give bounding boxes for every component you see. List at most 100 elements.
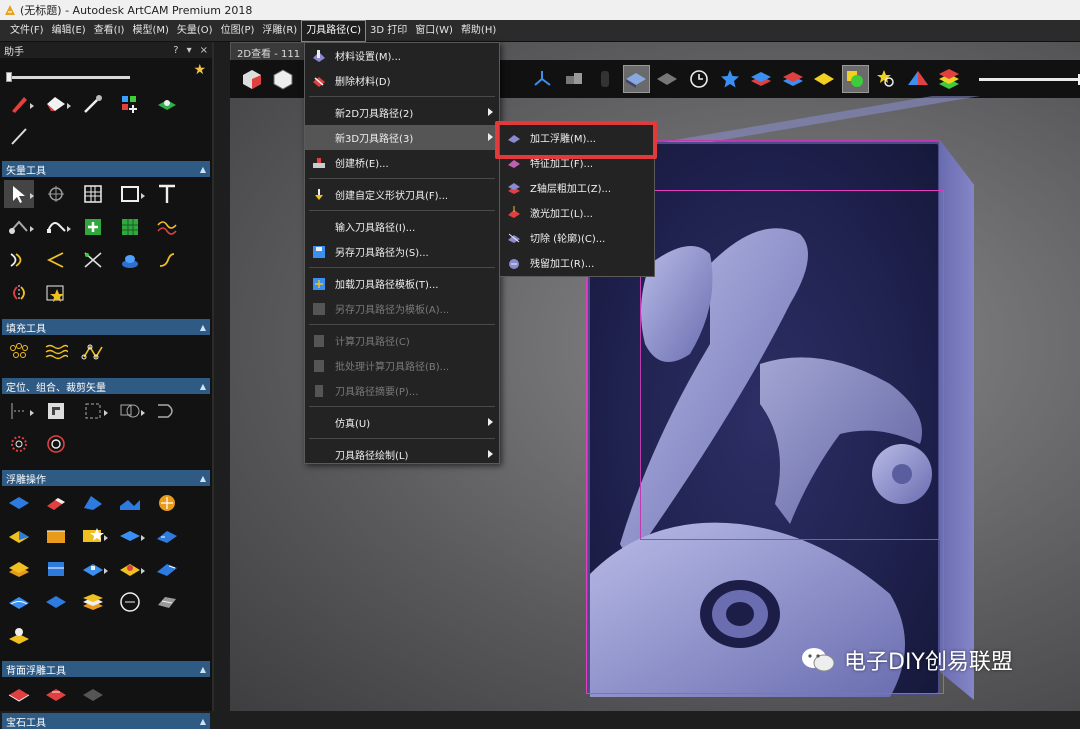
concentric-tool[interactable] <box>41 430 71 458</box>
menu-new-3d-toolpath[interactable]: 新3D刀具路径(3) <box>305 125 499 150</box>
back-relief-tool-1[interactable] <box>4 680 34 708</box>
layer-red-button[interactable] <box>779 65 806 93</box>
menu-load-template[interactable]: 加载刀具路径模板(T)... <box>305 271 499 296</box>
relief-stack-tool[interactable] <box>41 555 71 583</box>
relief-mesh-tool[interactable] <box>152 588 182 616</box>
relief-eraser-tool[interactable] <box>41 489 71 517</box>
smooth-tool[interactable] <box>41 213 71 241</box>
relief-star-tool[interactable] <box>78 522 108 550</box>
node-edit-tool[interactable] <box>4 213 34 241</box>
menu-relief[interactable]: 浮雕(R) <box>258 20 301 42</box>
weld-tool[interactable] <box>115 397 145 425</box>
rectangle-tool[interactable] <box>115 180 145 208</box>
relief-shape-tool[interactable] <box>78 489 108 517</box>
menu-simulation[interactable]: 仿真(U) <box>305 410 499 435</box>
rotate-tool[interactable] <box>41 180 71 208</box>
menu-model[interactable]: 模型(M) <box>128 20 172 42</box>
relief-multi-tool[interactable] <box>78 588 108 616</box>
panel-slider-knob[interactable] <box>6 72 12 82</box>
light-slider[interactable] <box>978 73 1080 85</box>
text-tool[interactable] <box>152 180 182 208</box>
green-shape-button[interactable] <box>841 65 869 93</box>
menu-toolpath-drawing[interactable]: 刀具路径绘制(L) <box>305 442 499 467</box>
grid-green-tool[interactable] <box>115 213 145 241</box>
zoom-star-button[interactable] <box>873 65 900 93</box>
relief-tilt-tool[interactable] <box>152 555 182 583</box>
menu-custom-tool[interactable]: 创建自定义形状刀具(F)... <box>305 182 499 207</box>
relief-scale-tool[interactable] <box>152 522 182 550</box>
front-view-button[interactable] <box>269 65 296 93</box>
section-fill-tools[interactable]: 填充工具 ▲ <box>2 319 210 335</box>
relief-diamond2-tool[interactable] <box>41 588 71 616</box>
relief-cube-tool[interactable] <box>78 555 108 583</box>
pin-button[interactable]: ▾ <box>187 45 192 56</box>
relief-smooth-tool[interactable] <box>115 489 145 517</box>
block-view-button[interactable] <box>560 65 587 93</box>
select-tool[interactable] <box>4 180 34 208</box>
relief-view-button[interactable] <box>622 65 650 93</box>
menu-save-toolpath[interactable]: 另存刀具路径为(S)... <box>305 239 499 264</box>
close-panel-button[interactable]: × <box>200 45 208 56</box>
submenu-laser-machining[interactable]: 激光加工(L)... <box>500 200 654 225</box>
mirror-tool[interactable] <box>4 279 34 307</box>
dots-fill-tool[interactable] <box>4 338 34 366</box>
wave-fill-tool[interactable] <box>41 338 71 366</box>
offset-tool[interactable] <box>4 246 34 274</box>
pen-tool[interactable] <box>4 90 34 118</box>
path-fill-tool[interactable] <box>78 338 108 366</box>
menu-vector[interactable]: 矢量(O) <box>173 20 217 42</box>
yellow-diamond-button[interactable] <box>810 65 837 93</box>
back-relief-tool-2[interactable] <box>41 680 71 708</box>
relief-scan-tool[interactable] <box>115 588 145 616</box>
clock-button[interactable] <box>685 65 712 93</box>
section-gem-tools[interactable]: 宝石工具 ▲ <box>2 713 210 729</box>
back-relief-tool-3[interactable] <box>78 680 108 708</box>
bowl-tool[interactable] <box>115 246 145 274</box>
menu-bitmap[interactable]: 位图(P) <box>217 20 259 42</box>
star-shape-tool[interactable] <box>41 279 71 307</box>
layer-view-button[interactable] <box>748 65 775 93</box>
eye-tool[interactable] <box>152 90 182 118</box>
star-view-button[interactable] <box>716 65 743 93</box>
submenu-cut-profile[interactable]: 切除 (轮廓)(C)... <box>500 225 654 250</box>
trim-tool[interactable] <box>152 397 182 425</box>
section-back-relief[interactable]: 背面浮雕工具 ▲ <box>2 661 210 677</box>
frame-select-tool[interactable] <box>78 397 108 425</box>
relief-cap-tool[interactable] <box>4 621 34 649</box>
angle-tool[interactable] <box>41 246 71 274</box>
relief-move-tool[interactable] <box>115 522 145 550</box>
scissors-tool[interactable] <box>78 246 108 274</box>
section-position-vectors[interactable]: 定位、组合、裁剪矢量 ▲ <box>2 378 210 394</box>
transparent-view-button[interactable] <box>654 65 681 93</box>
menu-create-bridge[interactable]: 创建桥(E)... <box>305 150 499 175</box>
rainbow-view-button[interactable] <box>935 65 962 93</box>
menu-material-setup[interactable]: 材料设置(M)... <box>305 43 499 68</box>
menu-3d-print[interactable]: 3D 打印 <box>366 20 411 42</box>
line-tool[interactable] <box>4 122 34 150</box>
submenu-rest-machining[interactable]: 残留加工(R)... <box>500 250 654 275</box>
menu-window[interactable]: 窗口(W) <box>411 20 457 42</box>
help-button[interactable]: ? <box>173 45 178 56</box>
relief-add-tool[interactable] <box>4 522 34 550</box>
iso-view-button[interactable] <box>238 65 265 93</box>
align-tool[interactable] <box>4 397 34 425</box>
eraser-tool[interactable] <box>41 90 71 118</box>
submenu-z-level-roughing[interactable]: Z轴层粗加工(Z)... <box>500 175 654 200</box>
relief-wave-tool[interactable] <box>4 588 34 616</box>
panel-slider-track[interactable] <box>8 76 130 79</box>
relief-box-tool[interactable] <box>41 522 71 550</box>
layered-view-button[interactable] <box>904 65 931 93</box>
menu-edit[interactable]: 编辑(E) <box>48 20 90 42</box>
group-tool[interactable] <box>41 397 71 425</box>
menu-import-toolpath[interactable]: 输入刀具路径(I)... <box>305 214 499 239</box>
section-vector-tools[interactable]: 矢量工具 ▲ <box>2 161 210 177</box>
menu-delete-material[interactable]: 删除材料(D) <box>305 68 499 93</box>
section-relief-ops[interactable]: 浮雕操作 ▲ <box>2 470 210 486</box>
relief-combine-tool[interactable] <box>115 555 145 583</box>
add-node-tool[interactable] <box>78 213 108 241</box>
color-add-tool[interactable] <box>115 90 145 118</box>
tool-view-button[interactable] <box>591 65 618 93</box>
favorite-star-icon[interactable]: ★ <box>193 62 206 78</box>
menu-help[interactable]: 帮助(H) <box>457 20 500 42</box>
wave-tool[interactable] <box>152 213 182 241</box>
